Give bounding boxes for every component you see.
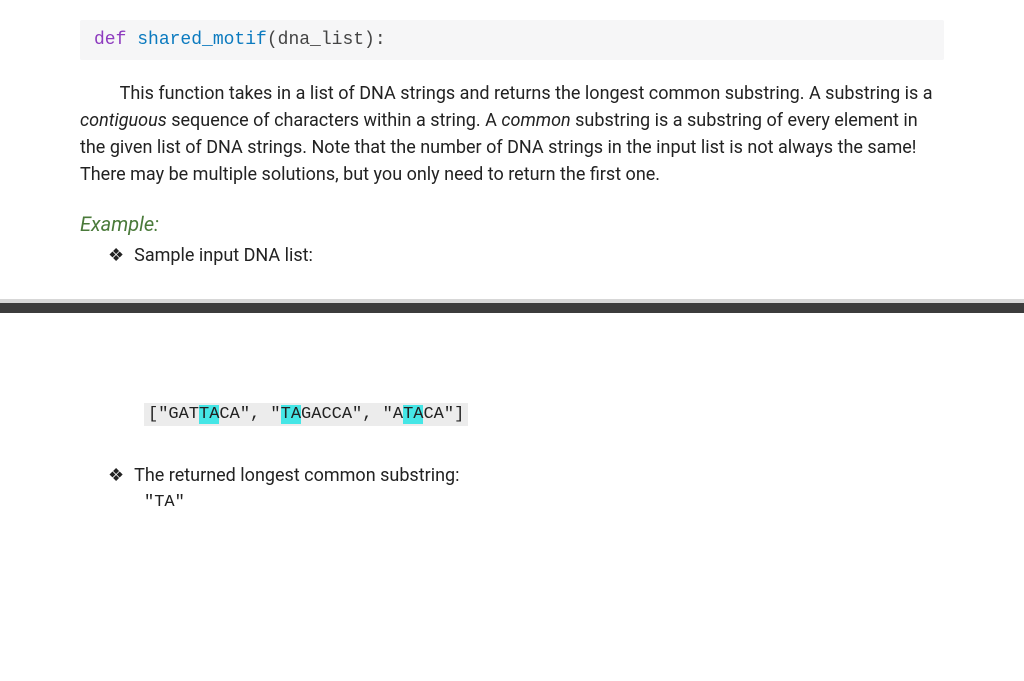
function-signature: def shared_motif(dna_list): bbox=[80, 20, 944, 60]
bullet-returned: ❖ The returned longest common substring: bbox=[108, 462, 944, 489]
returned-value: "TA" bbox=[144, 493, 944, 512]
desc-em2: common bbox=[501, 110, 570, 131]
description-paragraph: This function takes in a list of DNA str… bbox=[80, 80, 944, 188]
code-highlight-3: TA bbox=[403, 405, 423, 424]
sample-input-code: ["GATTACA", "TAGACCA", "ATACA"] bbox=[144, 403, 468, 426]
code-highlight-1: TA bbox=[199, 405, 219, 424]
keyword-def: def bbox=[94, 30, 137, 50]
code-close: CA"] bbox=[423, 405, 464, 424]
code-s1: CA", " bbox=[219, 405, 280, 424]
function-args: (dna_list): bbox=[267, 30, 386, 50]
example-heading: Example: bbox=[80, 212, 944, 236]
desc-em1: contiguous bbox=[80, 110, 167, 131]
bullet-glyph-icon: ❖ bbox=[108, 462, 124, 489]
bullet-output-label: The returned longest common substring: bbox=[134, 462, 459, 489]
bullet-glyph-icon: ❖ bbox=[108, 242, 124, 269]
desc-t1: This function takes in a list of DNA str… bbox=[120, 83, 933, 104]
bullet-input-label: Sample input DNA list: bbox=[134, 242, 313, 269]
code-highlight-2: TA bbox=[281, 405, 301, 424]
bullet-sample-input: ❖ Sample input DNA list: bbox=[108, 242, 944, 269]
slide-top: def shared_motif(dna_list): This functio… bbox=[0, 0, 1024, 299]
code-s2: GACCA", "A bbox=[301, 405, 403, 424]
slide-divider bbox=[0, 299, 1024, 313]
code-open: ["GAT bbox=[148, 405, 199, 424]
slide-bottom: ["GATTACA", "TAGACCA", "ATACA"] ❖ The re… bbox=[0, 313, 1024, 542]
desc-t2: sequence of characters within a string. … bbox=[167, 110, 502, 131]
function-name: shared_motif bbox=[137, 30, 267, 50]
